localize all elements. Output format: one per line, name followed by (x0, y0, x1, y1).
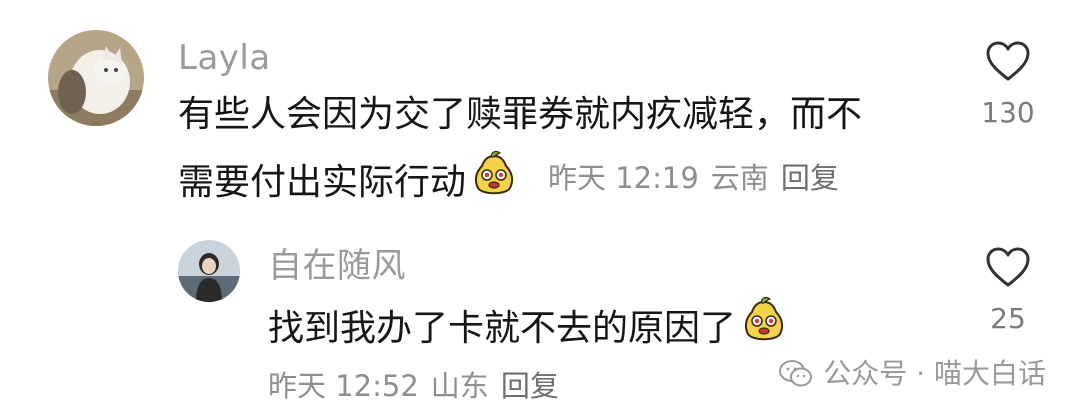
comment-text: 找到我办了卡就不去的原因了 (268, 296, 788, 362)
watermark: 公众号 · 喵大白话 (779, 356, 1046, 392)
pear-face-sticker-icon (740, 296, 788, 362)
reply-button[interactable]: 回复 (501, 368, 559, 404)
comment-time: 昨天 12:19 (548, 161, 699, 195)
comment-location: 山东 (430, 369, 489, 403)
like-button[interactable]: 130 (968, 40, 1048, 129)
avatar[interactable] (48, 30, 144, 126)
pear-face-sticker-icon (470, 150, 518, 216)
wechat-icon (779, 360, 813, 387)
avatar[interactable] (178, 240, 240, 302)
like-count: 130 (981, 96, 1035, 129)
heart-icon (986, 247, 1030, 287)
comment-text-line: 找到我办了卡就不去的原因了 (268, 308, 737, 349)
heart-icon (986, 41, 1030, 81)
like-button[interactable]: 25 (968, 246, 1048, 335)
comment-text: 有些人会因为交了赎罪券就内疚减轻，而不 (178, 86, 862, 144)
watermark-text: 公众号 · 喵大白话 (823, 357, 1046, 390)
comment-text-line: 需要付出实际行动 (178, 162, 467, 203)
comment-time: 昨天 12:52 (268, 369, 419, 403)
comment-text-line: 有些人会因为交了赎罪券就内疚减轻，而不 (178, 94, 863, 135)
reply-button[interactable]: 回复 (781, 160, 839, 196)
like-count: 25 (990, 302, 1026, 335)
comment-meta: 昨天 12:52 山东 回复 (268, 368, 559, 404)
comment-text: 需要付出实际行动 (178, 150, 518, 216)
username[interactable]: 自在随风 (268, 246, 406, 286)
username[interactable]: Layla (178, 38, 271, 78)
comment-meta: 昨天 12:19 云南 回复 (548, 160, 839, 196)
comment-location: 云南 (710, 161, 769, 195)
